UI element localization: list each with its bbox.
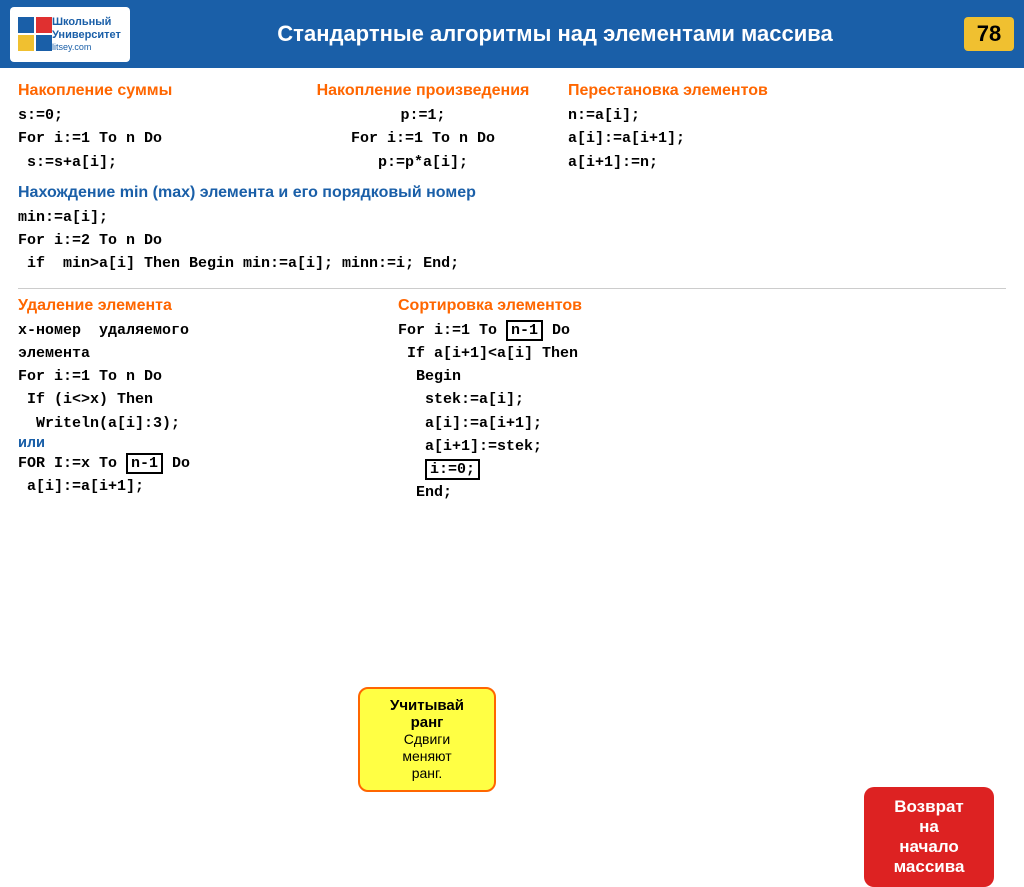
delete-code: x-номер удаляемого элемента For i:=1 To … bbox=[18, 319, 398, 435]
balloon-right-line1: Возврат bbox=[894, 797, 964, 816]
sum-section: Накопление суммы s:=0; For i:=1 To n Do … bbox=[18, 82, 278, 174]
balloon-left-line4: меняют bbox=[402, 748, 451, 764]
min-code-line3: if min>a[i] Then Begin min:=a[i]; minn:=… bbox=[18, 252, 1006, 275]
min-section: Нахождение min (max) элемента и его поря… bbox=[18, 184, 1006, 276]
sum-code-line2: For i:=1 To n Do bbox=[18, 127, 278, 150]
divider bbox=[18, 288, 1006, 289]
top-section: Накопление суммы s:=0; For i:=1 To n Do … bbox=[18, 82, 1006, 174]
min-code-line1: min:=a[i]; bbox=[18, 206, 1006, 229]
swap-section: Перестановка элементов n:=a[i]; a[i]:=a[… bbox=[568, 82, 1006, 174]
min-title: Нахождение min (max) элемента и его поря… bbox=[18, 184, 1006, 202]
ili-label: или bbox=[18, 435, 398, 452]
swap-code-line2: a[i]:=a[i+1]; bbox=[568, 127, 1006, 150]
swap-code-line1: n:=a[i]; bbox=[568, 104, 1006, 127]
sort-code: For i:=1 To n-1 Do If a[i+1]<a[i] Then B… bbox=[398, 319, 1006, 505]
balloon-left: Учитывай ранг Сдвиги меняют ранг. bbox=[358, 687, 496, 792]
box-i0: i:=0; bbox=[425, 459, 480, 480]
page-number: 78 bbox=[964, 17, 1014, 51]
delete-line5: Writeln(a[i]:3); bbox=[18, 412, 398, 435]
delete-line3: For i:=1 To n Do bbox=[18, 365, 398, 388]
bottom-section: Удаление элемента x-номер удаляемого эле… bbox=[18, 297, 1006, 505]
balloon-right-line2: на bbox=[919, 817, 939, 836]
delete-section: Удаление элемента x-номер удаляемого эле… bbox=[18, 297, 398, 499]
sort-line7: i:=0; bbox=[398, 458, 1006, 481]
main-content: Накопление суммы s:=0; For i:=1 To n Do … bbox=[0, 68, 1024, 515]
sum-title: Накопление суммы bbox=[18, 82, 278, 100]
delete2-line1: FOR I:=x To n-1 Do bbox=[18, 452, 398, 475]
page-title: Стандартные алгоритмы над элементами мас… bbox=[146, 21, 964, 47]
balloon-left-line1: Учитывай bbox=[390, 697, 464, 714]
header: Школьный Университет litsey.com Стандарт… bbox=[0, 0, 1024, 68]
product-code-line1: p:=1; bbox=[278, 104, 568, 127]
balloon-right: Возврат на начало массива bbox=[864, 787, 994, 887]
sort-section: Сортировка элементов For i:=1 To n-1 Do … bbox=[398, 297, 1006, 505]
swap-code-line3: a[i+1]:=n; bbox=[568, 151, 1006, 174]
logo-text-line2: Университет bbox=[52, 29, 121, 42]
delete-line4: If (i<>x) Then bbox=[18, 388, 398, 411]
delete-code2: FOR I:=x To n-1 Do a[i]:=a[i+1]; bbox=[18, 452, 398, 499]
sort-line2: If a[i+1]<a[i] Then bbox=[398, 342, 1006, 365]
logo-url: litsey.com bbox=[52, 42, 121, 52]
balloon-left-line2: ранг bbox=[411, 714, 444, 731]
balloon-left-line3: Сдвиги bbox=[404, 731, 450, 747]
sort-line1: For i:=1 To n-1 Do bbox=[398, 319, 1006, 342]
product-title: Накопление произведения bbox=[278, 82, 568, 100]
min-code: min:=a[i]; For i:=2 To n Do if min>a[i] … bbox=[18, 206, 1006, 276]
min-code-line2: For i:=2 To n Do bbox=[18, 229, 1006, 252]
product-section: Накопление произведения p:=1; For i:=1 T… bbox=[278, 82, 568, 174]
sort-line6: a[i+1]:=stek; bbox=[398, 435, 1006, 458]
swap-title: Перестановка элементов bbox=[568, 82, 1006, 100]
balloon-right-line3: начало bbox=[899, 837, 959, 856]
sum-code-line1: s:=0; bbox=[18, 104, 278, 127]
box-n2: n-1 bbox=[506, 320, 543, 341]
delete-line2: элемента bbox=[18, 342, 398, 365]
sum-code: s:=0; For i:=1 To n Do s:=s+a[i]; bbox=[18, 104, 278, 174]
delete2-line2: a[i]:=a[i+1]; bbox=[18, 475, 398, 498]
box-n1: n-1 bbox=[126, 453, 163, 474]
sum-code-line3: s:=s+a[i]; bbox=[18, 151, 278, 174]
logo: Школьный Университет litsey.com bbox=[10, 7, 130, 62]
logo-text-line1: Школьный bbox=[52, 16, 121, 29]
sort-line5: a[i]:=a[i+1]; bbox=[398, 412, 1006, 435]
balloon-right-line4: массива bbox=[894, 857, 965, 876]
product-code-line2: For i:=1 To n Do bbox=[278, 127, 568, 150]
sort-line3: Begin bbox=[398, 365, 1006, 388]
swap-code: n:=a[i]; a[i]:=a[i+1]; a[i+1]:=n; bbox=[568, 104, 1006, 174]
sort-line8: End; bbox=[398, 481, 1006, 504]
logo-icon bbox=[18, 17, 52, 51]
sort-line4: stek:=a[i]; bbox=[398, 388, 1006, 411]
product-code-line3: p:=p*a[i]; bbox=[278, 151, 568, 174]
product-code: p:=1; For i:=1 To n Do p:=p*a[i]; bbox=[278, 104, 568, 174]
delete-line1: x-номер удаляемого bbox=[18, 319, 398, 342]
delete-title: Удаление элемента bbox=[18, 297, 398, 315]
sort-title: Сортировка элементов bbox=[398, 297, 1006, 315]
